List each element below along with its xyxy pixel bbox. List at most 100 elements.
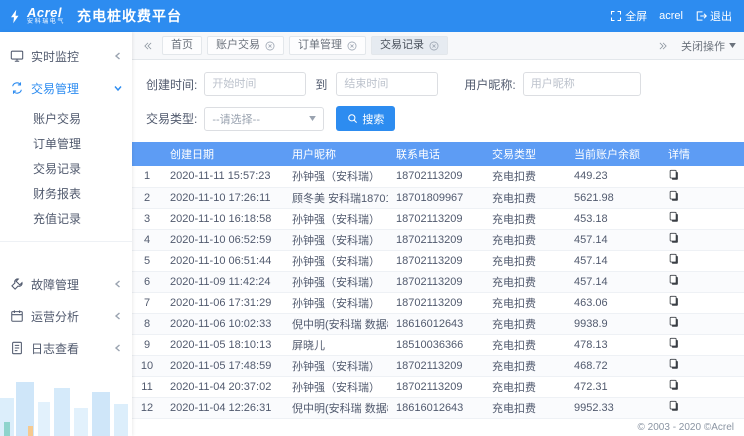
monitor-icon: [10, 49, 24, 63]
fullscreen-button[interactable]: 全屏: [610, 8, 647, 24]
row-number: 1: [132, 166, 162, 187]
row-number: 5: [132, 250, 162, 271]
row-number: 9: [132, 334, 162, 355]
content-area: 首页 账户交易 订单管理交易记录 关闭操作 创建时间: 到 用户昵称:: [132, 32, 744, 436]
tab-order-management[interactable]: 订单管理: [289, 36, 366, 55]
type-cell: 充电扣费: [484, 397, 566, 418]
column-header: 创建日期: [162, 142, 284, 166]
sidebar-item-operation-analysis[interactable]: 运营分析: [0, 300, 132, 332]
start-time-input[interactable]: [204, 72, 306, 96]
tab-transaction-records[interactable]: 交易记录: [371, 36, 448, 55]
tab-account-transaction[interactable]: 账户交易: [207, 36, 284, 55]
search-button[interactable]: 搜索: [336, 106, 395, 131]
create-date-cell: 2020-11-10 17:26:11: [162, 187, 284, 208]
detail-document-icon[interactable]: [668, 316, 680, 328]
table-row: 42020-11-10 06:52:59孙钟强（安科瑞）18702113209充…: [132, 229, 744, 250]
type-cell: 充电扣费: [484, 208, 566, 229]
table-row: 102020-11-05 17:48:59孙钟强（安科瑞）18702113209…: [132, 355, 744, 376]
nickname-cell: 孙钟强（安科瑞）: [284, 208, 388, 229]
caret-down-icon: [729, 43, 736, 48]
create-date-cell: 2020-11-10 06:51:44: [162, 250, 284, 271]
chevron-left-icon: [114, 312, 122, 320]
filter-row-1: 创建时间: 到 用户昵称:: [146, 72, 744, 96]
sidebar-item-order-management[interactable]: 订单管理: [0, 131, 132, 156]
sidebar-item-recharge-records[interactable]: 充值记录: [0, 206, 132, 231]
type-cell: 充电扣费: [484, 355, 566, 376]
chevron-left-icon: [114, 280, 122, 288]
phone-cell: 18702113209: [388, 166, 484, 187]
city-skyline-decoration: [0, 356, 132, 436]
sidebar-item-log-view[interactable]: 日志查看: [0, 332, 132, 364]
row-number: 8: [132, 313, 162, 334]
close-icon[interactable]: [429, 41, 439, 51]
detail-cell: [660, 229, 744, 250]
open-tabs: 首页 账户交易 订单管理交易记录: [162, 36, 448, 55]
create-date-cell: 2020-11-11 15:57:23: [162, 166, 284, 187]
detail-document-icon[interactable]: [668, 211, 680, 223]
type-cell: 充电扣费: [484, 334, 566, 355]
logout-button[interactable]: 退出: [695, 8, 732, 24]
sidebar-item-label: 实时监控: [31, 48, 79, 65]
detail-cell: [660, 271, 744, 292]
detail-document-icon[interactable]: [668, 358, 680, 370]
phone-cell: 18702113209: [388, 271, 484, 292]
detail-document-icon[interactable]: [668, 400, 680, 412]
nickname-cell: 孙钟强（安科瑞）: [284, 229, 388, 250]
type-cell: 充电扣费: [484, 292, 566, 313]
detail-document-icon[interactable]: [668, 190, 680, 202]
balance-cell: 5621.98: [566, 187, 660, 208]
nickname-cell: 孙钟强（安科瑞）: [284, 271, 388, 292]
detail-cell: [660, 250, 744, 271]
close-icon[interactable]: [265, 41, 275, 51]
menu-group-realtime-monitor: 实时监控: [0, 40, 132, 72]
sidebar-item-account-transaction[interactable]: 账户交易: [0, 106, 132, 131]
detail-cell: [660, 355, 744, 376]
balance-cell: 453.18: [566, 208, 660, 229]
create-date-cell: 2020-11-04 20:37:02: [162, 376, 284, 397]
balance-cell: 472.31: [566, 376, 660, 397]
sidebar: 实时监控交易管理账户交易订单管理交易记录财务报表充值记录故障管理运营分析日志查看: [0, 32, 132, 436]
close-icon[interactable]: [347, 41, 357, 51]
logo: Acrel 安科瑞电气: [0, 0, 71, 32]
log-icon: [10, 341, 24, 355]
tabs-scroll-right-button[interactable]: [655, 38, 671, 54]
detail-document-icon[interactable]: [668, 295, 680, 307]
detail-cell: [660, 208, 744, 229]
transaction-type-select[interactable]: --请选择--: [204, 107, 324, 131]
sidebar-item-fault-management[interactable]: 故障管理: [0, 268, 132, 300]
row-number: 11: [132, 376, 162, 397]
sidebar-item-transaction-records[interactable]: 交易记录: [0, 156, 132, 181]
sidebar-item-realtime-monitor[interactable]: 实时监控: [0, 40, 132, 72]
table-body: 12020-11-11 15:57:23孙钟强（安科瑞）18702113209充…: [132, 166, 744, 418]
end-time-input[interactable]: [336, 72, 438, 96]
detail-cell: [660, 397, 744, 418]
column-header: [132, 142, 162, 166]
sidebar-item-financial-reports[interactable]: 财务报表: [0, 181, 132, 206]
main-layout: 实时监控交易管理账户交易订单管理交易记录财务报表充值记录故障管理运营分析日志查看…: [0, 32, 744, 436]
detail-document-icon[interactable]: [668, 274, 680, 286]
tab-label: 账户交易: [216, 40, 260, 51]
nickname-input[interactable]: [523, 72, 641, 96]
detail-document-icon[interactable]: [668, 169, 680, 181]
detail-document-icon[interactable]: [668, 253, 680, 265]
menu-group-transaction-management: 交易管理账户交易订单管理交易记录财务报表充值记录: [0, 72, 132, 242]
sidebar-item-transaction-management[interactable]: 交易管理: [0, 72, 132, 104]
detail-document-icon[interactable]: [668, 232, 680, 244]
phone-cell: 18702113209: [388, 250, 484, 271]
balance-cell: 449.23: [566, 166, 660, 187]
submenu-transaction-management: 账户交易订单管理交易记录财务报表充值记录: [0, 104, 132, 242]
phone-cell: 18701809967: [388, 187, 484, 208]
topbar: Acrel 安科瑞电气 充电桩收费平台 全屏 acrel 退出: [0, 0, 744, 32]
close-operations-dropdown[interactable]: 关闭操作: [681, 38, 736, 54]
column-header: 交易类型: [484, 142, 566, 166]
detail-document-icon[interactable]: [668, 379, 680, 391]
detail-document-icon[interactable]: [668, 337, 680, 349]
balance-cell: 457.14: [566, 229, 660, 250]
username[interactable]: acrel: [659, 10, 683, 22]
phone-cell: 18510036366: [388, 334, 484, 355]
table-row: 52020-11-10 06:51:44孙钟强（安科瑞）18702113209充…: [132, 250, 744, 271]
tab-home[interactable]: 首页: [162, 36, 202, 55]
tabs-scroll-left-button[interactable]: [140, 38, 156, 54]
filter-row-2: 交易类型: --请选择-- 搜索: [146, 106, 744, 131]
transaction-icon: [10, 81, 24, 95]
